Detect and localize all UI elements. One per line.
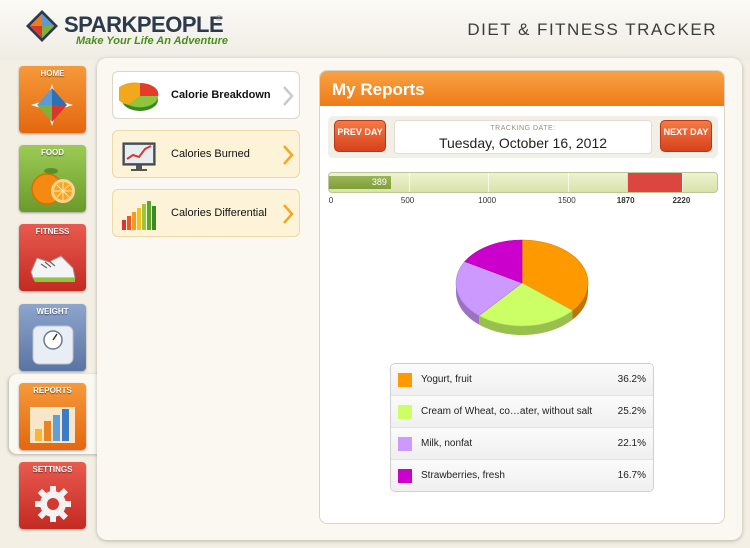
range-gridline	[408, 173, 410, 192]
legend-percent: 36.2%	[617, 374, 646, 385]
calorie-range-bar: 389	[328, 172, 718, 193]
legend-percent: 16.7%	[617, 470, 646, 481]
report-calories-differential-label: Calories Differential	[171, 207, 267, 219]
pie-chart-icon	[119, 82, 159, 111]
report-calorie-breakdown[interactable]: Calorie Breakdown	[112, 71, 300, 119]
nav-weight[interactable]: WEIGHT	[19, 304, 86, 371]
tracking-date-box: TRACKING DATE: Tuesday, October 16, 2012	[394, 120, 652, 154]
sparkpeople-logo-icon	[26, 10, 58, 42]
range-gridline	[682, 173, 684, 192]
reports-title-bar: My Reports	[320, 71, 724, 106]
registered-mark: ®	[216, 14, 222, 23]
legend-swatch	[398, 437, 412, 451]
prev-day-button[interactable]: PREV DAY	[334, 120, 386, 152]
chevron-right-icon	[283, 204, 294, 224]
prev-day-label: PREV DAY	[337, 127, 383, 137]
side-nav: HOME FOOD FITNESS WEIGHT REPORTS SETTING…	[0, 58, 100, 548]
range-tick-label: 0	[328, 196, 334, 205]
chevron-right-icon	[283, 145, 294, 165]
date-navigator: PREV DAY TRACKING DATE: Tuesday, October…	[328, 116, 718, 158]
bar-chart-icon	[122, 201, 156, 230]
range-tick-label: 2220	[672, 196, 691, 205]
reports-title: My Reports	[332, 80, 425, 99]
calories-consumed-value: 389	[371, 177, 387, 187]
report-calories-differential[interactable]: Calories Differential	[112, 189, 300, 237]
nav-home-label: HOME	[40, 69, 65, 78]
nav-home[interactable]: HOME	[19, 66, 86, 133]
legend-food-name: Milk, nonfat	[421, 438, 473, 449]
breakdown-legend: Yogurt, fruit 36.2% Cream of Wheat, co…a…	[390, 363, 654, 492]
legend-row: Yogurt, fruit 36.2%	[391, 364, 653, 396]
legend-swatch	[398, 469, 412, 483]
calorie-target-range	[626, 173, 683, 192]
scale-icon	[32, 325, 74, 365]
legend-swatch	[398, 373, 412, 387]
nav-reports[interactable]: REPORTS	[19, 383, 86, 450]
chevron-right-icon	[283, 86, 294, 106]
gear-icon	[35, 486, 71, 522]
legend-swatch	[398, 405, 412, 419]
report-calories-burned[interactable]: Calories Burned	[112, 130, 300, 178]
next-day-label: NEXT DAY	[663, 127, 709, 137]
nav-settings[interactable]: SETTINGS	[19, 462, 86, 529]
nav-food-label: FOOD	[40, 148, 65, 157]
legend-food-name: Cream of Wheat, co…ater, without salt	[421, 406, 593, 417]
legend-row: Strawberries, fresh 16.7%	[391, 460, 653, 491]
range-gridline	[567, 173, 569, 192]
compass-icon	[31, 84, 73, 126]
legend-row: Cream of Wheat, co…ater, without salt 25…	[391, 396, 653, 428]
brand-tagline: Make Your Life An Adventure	[76, 35, 228, 47]
orange-icon	[31, 168, 75, 205]
calorie-breakdown-pie	[455, 239, 589, 335]
calories-consumed-fill: 389	[329, 176, 391, 189]
reports-card: My Reports PREV DAY TRACKING DATE: Tuesd…	[319, 70, 725, 524]
legend-row: Milk, nonfat 22.1%	[391, 428, 653, 460]
legend-food-name: Yogurt, fruit	[421, 374, 472, 385]
range-tick-label: 1000	[478, 196, 497, 205]
range-tick-label: 1500	[557, 196, 576, 205]
range-tick-label: 1870	[616, 196, 635, 205]
nav-settings-label: SETTINGS	[32, 465, 73, 474]
range-tick-label: 500	[400, 196, 415, 205]
nav-fitness-label: FITNESS	[35, 227, 70, 236]
nav-reports-label: REPORTS	[33, 386, 72, 395]
report-calories-burned-label: Calories Burned	[171, 148, 250, 160]
report-calorie-breakdown-label: Calorie Breakdown	[171, 89, 271, 101]
legend-food-name: Strawberries, fresh	[421, 470, 505, 481]
tracking-date-caption: TRACKING DATE:	[490, 125, 556, 132]
app-header: SPARKPEOPLE ® Make Your Life An Adventur…	[0, 0, 750, 60]
next-day-button[interactable]: NEXT DAY	[660, 120, 712, 152]
monitor-chart-icon	[122, 142, 156, 171]
range-gridline	[488, 173, 490, 192]
bar-chart-icon	[30, 407, 75, 443]
app-title: DIET & FITNESS TRACKER	[467, 20, 717, 39]
nav-weight-label: WEIGHT	[36, 307, 69, 316]
tracking-date: Tuesday, October 16, 2012	[438, 135, 608, 151]
legend-percent: 25.2%	[617, 406, 646, 417]
nav-food[interactable]: FOOD	[19, 145, 86, 212]
nav-fitness[interactable]: FITNESS	[19, 224, 86, 291]
range-gridline	[626, 173, 628, 192]
legend-percent: 22.1%	[617, 438, 646, 449]
sneaker-icon	[30, 255, 76, 282]
